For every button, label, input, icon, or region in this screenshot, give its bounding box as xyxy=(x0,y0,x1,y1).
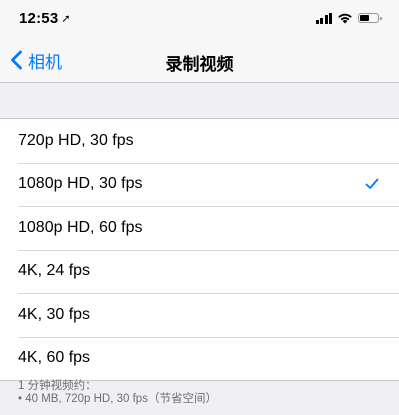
option-1080p-30fps[interactable]: 1080p HD, 30 fps xyxy=(0,162,399,207)
storage-info-line: • 40 MB, 720p HD, 30 fps（节省空间） xyxy=(18,393,217,405)
wifi-icon xyxy=(338,13,352,24)
option-label: 720p HD, 30 fps xyxy=(18,131,134,149)
video-format-list: 720p HD, 30 fps 1080p HD, 30 fps 1080p H… xyxy=(0,118,399,381)
option-label: 4K, 30 fps xyxy=(18,305,91,323)
status-bar: 12:53 ➚ xyxy=(0,0,399,38)
storage-info-heading: 1 分钟视频约： xyxy=(18,380,97,392)
storage-info-footer: 1 分钟视频约： • 40 MB, 720p HD, 30 fps（节省空间） xyxy=(18,380,388,406)
option-label: 1080p HD, 60 fps xyxy=(18,218,143,236)
location-arrow-icon: ➚ xyxy=(61,13,71,25)
status-icons xyxy=(315,11,382,25)
option-label: 4K, 24 fps xyxy=(18,262,91,280)
cellular-signal-icon xyxy=(315,12,332,24)
status-time-text: 12:53 xyxy=(19,10,59,27)
page-title: 录制视频 xyxy=(165,55,234,74)
option-4k-24fps[interactable]: 4K, 24 fps xyxy=(0,249,399,294)
option-4k-30fps[interactable]: 4K, 30 fps xyxy=(0,293,399,337)
option-label: 1080p HD, 30 fps xyxy=(18,175,143,193)
status-time: 12:53 ➚ xyxy=(19,10,71,27)
navigation-bar: 相机 录制视频 xyxy=(0,38,399,83)
battery-icon xyxy=(358,13,382,23)
option-label: 4K, 60 fps xyxy=(18,349,91,367)
checkmark-icon xyxy=(365,178,379,189)
option-4k-60fps[interactable]: 4K, 60 fps xyxy=(0,336,399,381)
option-1080p-60fps[interactable]: 1080p HD, 60 fps xyxy=(0,206,399,250)
option-720p-30fps[interactable]: 720p HD, 30 fps xyxy=(0,119,399,163)
